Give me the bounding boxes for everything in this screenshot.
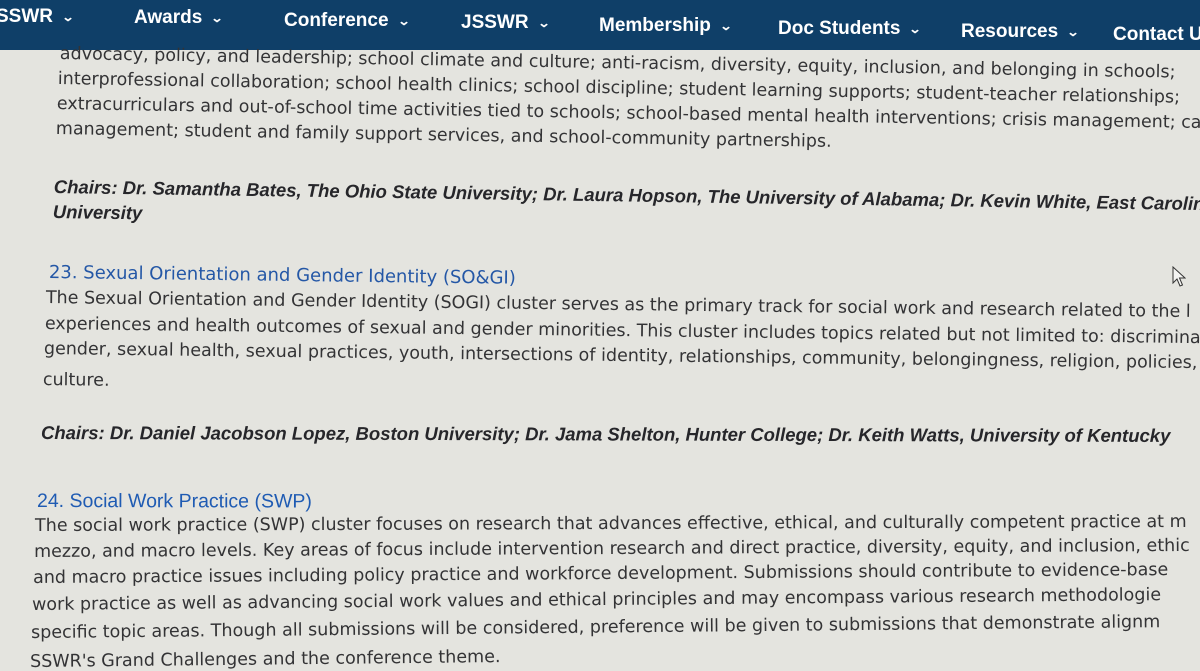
section-24-description-line: The social work practice (SWP) cluster f… bbox=[34, 511, 1187, 536]
section-24-description-line: specific topic areas. Though all submiss… bbox=[30, 612, 1161, 643]
section-24-description-line: and macro practice issues including poli… bbox=[32, 560, 1169, 588]
section-24-description-line: SSWR's Grand Challenges and the conferen… bbox=[29, 647, 501, 671]
section-22-chairs-line: University bbox=[52, 201, 143, 224]
main-content: advocacy, policy, and leadership; school… bbox=[0, 0, 1200, 671]
section-23-heading: 23. Sexual Orientation and Gender Identi… bbox=[48, 262, 516, 289]
section-24-description-line: work practice as well as advancing socia… bbox=[31, 585, 1162, 615]
section-23-chairs: Chairs: Dr. Daniel Jacobson Lopez, Bosto… bbox=[40, 422, 1171, 446]
section-23-description-line: culture. bbox=[42, 370, 110, 391]
section-22-chairs-line: Chairs: Dr. Samantha Bates, The Ohio Sta… bbox=[53, 176, 1200, 215]
mouse-pointer-icon bbox=[1172, 266, 1186, 287]
section-24-heading: 24. Social Work Practice (SWP) bbox=[36, 490, 312, 513]
section-22-description-line: management; student and family support s… bbox=[55, 119, 832, 152]
section-24-description-line: mezzo, and macro levels. Key areas of fo… bbox=[33, 535, 1190, 562]
